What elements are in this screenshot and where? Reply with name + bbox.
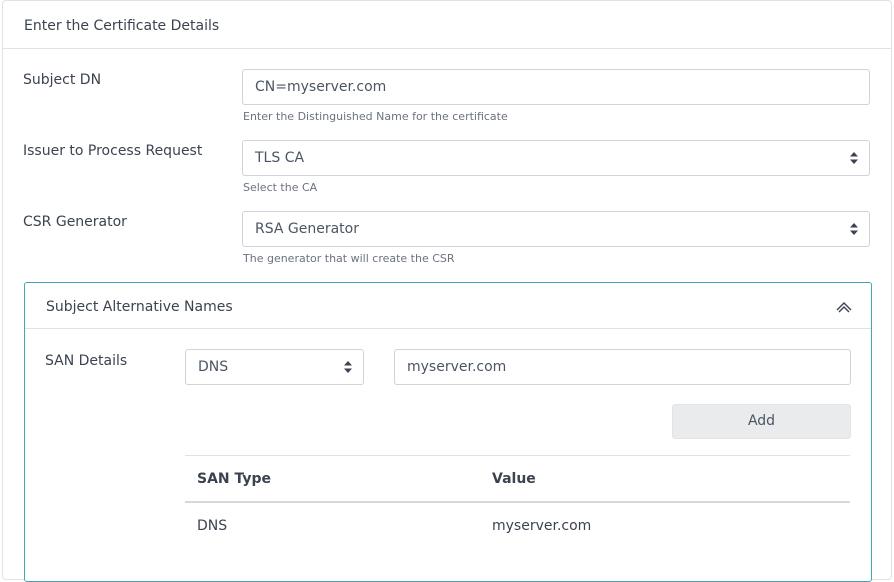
san-details-label: SAN Details — [45, 353, 128, 369]
select-arrows-icon — [850, 152, 858, 164]
chevron-up-icon[interactable] — [836, 301, 852, 313]
san-panel-title: Subject Alternative Names — [46, 299, 233, 315]
add-san-button[interactable]: Add — [672, 404, 851, 439]
subject-dn-input[interactable]: CN=myserver.com — [242, 69, 870, 105]
issuer-selected-value: TLS CA — [255, 150, 305, 166]
select-arrows-icon — [850, 223, 858, 235]
select-arrows-icon — [344, 361, 352, 373]
certificate-details-card: Enter the Certificate Details Subject DN… — [2, 0, 892, 582]
csr-generator-help: The generator that will create the CSR — [243, 252, 455, 265]
card-title: Enter the Certificate Details — [3, 1, 891, 49]
san-panel: Subject Alternative Names SAN Details DN… — [24, 282, 872, 582]
issuer-select[interactable]: TLS CA — [242, 140, 870, 176]
table-header-san-type: SAN Type — [197, 471, 272, 487]
table-cell-san-type: DNS — [197, 518, 228, 534]
table-top-divider — [185, 455, 850, 456]
csr-generator-label: CSR Generator — [23, 214, 127, 230]
san-type-selected-value: DNS — [198, 359, 229, 375]
subject-dn-help: Enter the Distinguished Name for the cer… — [243, 110, 508, 123]
san-type-select[interactable]: DNS — [185, 349, 364, 385]
issuer-help: Select the CA — [243, 181, 318, 194]
san-value-input[interactable]: myserver.com — [394, 349, 851, 385]
san-panel-header[interactable]: Subject Alternative Names — [25, 283, 871, 329]
table-cell-value: myserver.com — [492, 518, 592, 534]
csr-generator-selected-value: RSA Generator — [255, 221, 359, 237]
subject-dn-label: Subject DN — [23, 72, 102, 88]
table-header-value: Value — [492, 471, 536, 487]
issuer-label: Issuer to Process Request — [23, 143, 203, 159]
table-header-divider — [185, 501, 850, 503]
csr-generator-select[interactable]: RSA Generator — [242, 211, 870, 247]
